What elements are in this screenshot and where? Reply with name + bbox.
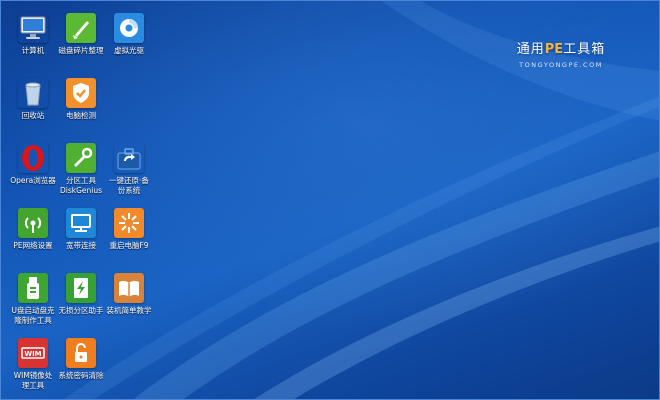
icon-label: 重启电脑F9 [109,241,149,250]
desktop-icon-virtual-cd[interactable]: 虚拟光驱 [101,13,157,56]
brand-subtitle: TONGYONGPE.COM [519,61,603,69]
desktop-icon-install-tutorial[interactable]: 装机简单教学 [101,273,157,316]
icon-label: 电脑检测 [66,111,96,120]
icon-label-line2: 理工具 [21,380,45,390]
disk-defrag-icon [66,13,96,43]
icon-label: 一键还原·备 [109,176,149,185]
pc-check-icon [66,78,96,108]
brand-title: 通用PE工具箱 [506,38,616,57]
computer-icon [18,13,48,43]
usb-boot-icon [18,273,48,303]
icon-label: 装机简单教学 [106,306,152,315]
broadband-icon [66,208,96,238]
brand-logo: 通用PE工具箱 TONGYONGPE.COM [506,38,616,69]
icon-label-line2: 份系统 [117,185,141,195]
reboot-icon [114,208,144,238]
icon-label: 系统密码清除 [58,371,104,380]
desktop-icon-pc-check[interactable]: 电脑检测 [53,78,109,121]
lossless-partition-icon [66,273,96,303]
one-click-restore-icon [114,143,144,173]
desktop-icon-reboot[interactable]: 重启电脑F9 [101,208,157,251]
svg-text:WIM: WIM [24,350,41,358]
recycle-bin-icon [18,78,48,108]
icon-label-line2: 隆制作工具 [14,315,52,325]
brand-suffix: 工具箱 [563,42,606,57]
icon-label: 虚拟光驱 [114,46,144,55]
virtual-cd-icon [114,13,144,43]
partition-tool-icon [66,143,96,173]
install-tutorial-icon [114,273,144,303]
desktop-icon-password-clear[interactable]: 系统密码清除 [53,338,109,381]
brand-pe: PE [544,42,564,57]
brand-prefix: 通用 [516,42,545,57]
wim-tool-icon: WIM [18,338,48,368]
password-clear-icon [66,338,96,368]
network-settings-icon [18,208,48,238]
desktop-icon-one-click-restore[interactable]: 一键还原·备 份系统 [101,143,157,195]
desktop: 计算机 磁盘碎片整理 虚拟光驱 回收站 电脑检测 Opera浏览器 分区工具 D… [0,0,660,400]
opera-icon [18,143,48,173]
